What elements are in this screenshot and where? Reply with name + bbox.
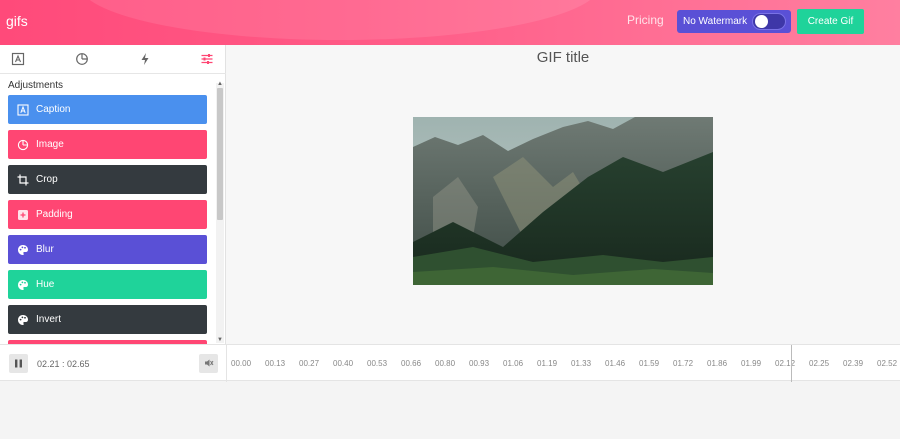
palette-icon — [17, 314, 29, 326]
timeline-tick: 00.00 — [231, 359, 252, 368]
timeline-tick: 00.13 — [265, 359, 286, 368]
palette-icon — [17, 244, 29, 256]
pause-button[interactable] — [9, 354, 28, 373]
mute-icon — [204, 355, 214, 373]
adjustment-image[interactable]: Image — [8, 130, 207, 159]
timeline-bar: 02.21 : 02.65 00.00 00.13 00.27 00.40 00.53 0… — [0, 344, 900, 382]
padding-icon — [17, 209, 29, 221]
app-logo[interactable]: gifs — [6, 13, 28, 29]
gif-title[interactable]: GIF title — [226, 49, 900, 66]
header-bar: gifs Pricing No Watermark Create Gif — [0, 0, 900, 45]
timeline-tick: 01.33 — [571, 359, 592, 368]
mute-button[interactable] — [199, 354, 218, 373]
watermark-switch[interactable] — [752, 13, 786, 30]
scrollbar-thumb[interactable] — [217, 88, 223, 220]
pie-icon — [75, 53, 89, 70]
timeline-tick: 00.40 — [333, 359, 354, 368]
tab-image[interactable] — [75, 52, 91, 68]
adjustment-hue[interactable]: Hue — [8, 270, 207, 299]
timeline-tick: 01.06 — [503, 359, 524, 368]
text-frame-icon — [17, 103, 29, 116]
timeline-ticks[interactable]: 00.00 00.13 00.27 00.40 00.53 00.66 00.80 00.93… — [226, 345, 900, 382]
timeline-tick: 01.86 — [707, 359, 728, 368]
adjustments-list: Caption Image Crop Padding Blur Hue Inve… — [8, 95, 208, 345]
adjustment-invert[interactable]: Invert — [8, 305, 207, 334]
timeline-tick: 02.52 — [877, 359, 898, 368]
sliders-icon — [200, 53, 214, 70]
no-watermark-toggle-button[interactable]: No Watermark — [677, 10, 791, 33]
adjustment-caption[interactable]: Caption — [8, 95, 207, 124]
tab-effects[interactable] — [138, 52, 154, 68]
timeline-tick: 01.72 — [673, 359, 694, 368]
sidebar-tabs — [0, 45, 226, 74]
timeline-tick: 00.66 — [401, 359, 422, 368]
sidebar-scrollbar[interactable]: ▲ ▼ — [216, 81, 224, 343]
adjustment-label: Image — [36, 139, 64, 150]
gif-preview-image — [413, 117, 713, 285]
adjustment-label: Hue — [36, 279, 55, 290]
switch-knob — [755, 15, 768, 28]
adjustment-label: Invert — [36, 314, 62, 325]
scroll-down-arrow-icon[interactable]: ▼ — [216, 337, 224, 343]
timeline-tick: 00.80 — [435, 359, 456, 368]
timeline-tick: 01.99 — [741, 359, 762, 368]
pricing-link[interactable]: Pricing — [627, 13, 664, 27]
sidebar: Adjustments Caption Image Crop Padding B… — [0, 45, 226, 345]
text-frame-icon — [11, 52, 25, 70]
timeline-tick: 02.25 — [809, 359, 830, 368]
create-gif-button[interactable]: Create Gif — [797, 9, 864, 34]
crop-icon — [17, 174, 29, 186]
pause-icon — [14, 355, 23, 373]
adjustment-label: Caption — [36, 104, 71, 115]
no-watermark-label: No Watermark — [683, 16, 748, 27]
adjustment-blur[interactable]: Blur — [8, 235, 207, 264]
adjustment-label: Crop — [36, 174, 58, 185]
timeline-tick: 00.53 — [367, 359, 388, 368]
adjustment-label: Padding — [36, 209, 73, 220]
adjustment-label: Blur — [36, 244, 54, 255]
timeline-tick: 00.93 — [469, 359, 490, 368]
adjustments-heading: Adjustments — [8, 80, 64, 91]
timeline-tick: 01.46 — [605, 359, 626, 368]
playhead[interactable] — [791, 345, 792, 382]
tab-adjustments[interactable] — [200, 52, 216, 68]
timeline-tick: 02.12 — [775, 359, 796, 368]
bolt-icon — [138, 53, 152, 70]
palette-icon — [17, 279, 29, 291]
timeline-tick: 01.59 — [639, 359, 660, 368]
pie-icon — [17, 139, 29, 151]
preview-canvas: GIF title — [226, 45, 900, 344]
tab-caption[interactable] — [11, 52, 27, 68]
adjustment-padding[interactable]: Padding — [8, 200, 207, 229]
timeline-tick: 01.19 — [537, 359, 558, 368]
timeline-tick: 00.27 — [299, 359, 320, 368]
scroll-up-arrow-icon[interactable]: ▲ — [216, 81, 224, 87]
adjustment-crop[interactable]: Crop — [8, 165, 207, 194]
timeline-tick: 02.39 — [843, 359, 864, 368]
header-decoration — [80, 0, 600, 40]
time-display: 02.21 : 02.65 — [37, 359, 90, 369]
